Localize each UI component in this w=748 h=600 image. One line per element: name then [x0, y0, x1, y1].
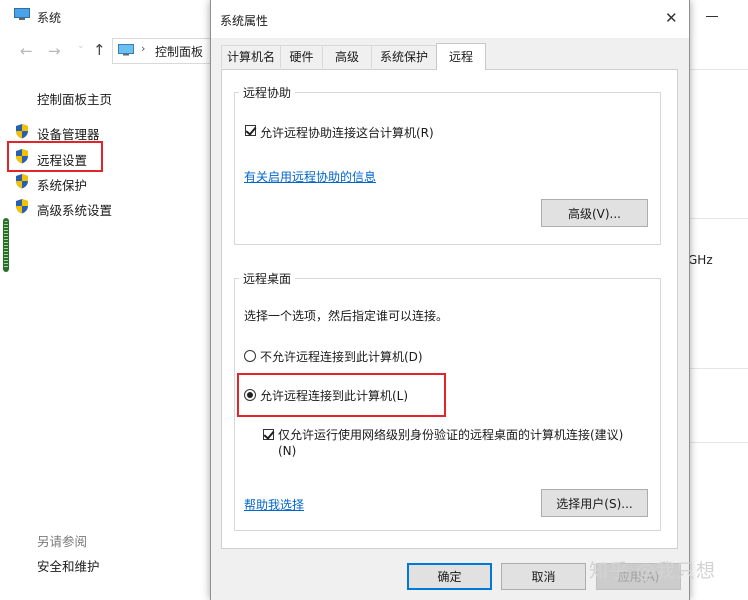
control-panel-icon	[118, 44, 134, 56]
breadcrumb-control-panel[interactable]: 控制面板	[155, 43, 203, 60]
disallow-remote-radio[interactable]	[244, 350, 256, 362]
nla-label-line1[interactable]: 仅允许运行使用网络级别身份验证的远程桌面的计算机连接(建议)	[278, 426, 623, 443]
tab-computer-name[interactable]: 计算机名	[221, 45, 281, 68]
computer-icon	[14, 8, 30, 20]
divider	[690, 368, 748, 369]
resize-grip[interactable]	[3, 218, 9, 272]
allow-remote-assistance-checkbox[interactable]	[245, 124, 257, 136]
tab-panel-remote: 远程协助 允许远程协助连接这台计算机(R) 有关启用远程协助的信息 高级(V).…	[221, 69, 678, 549]
chevron-down-icon[interactable]: ⌄	[77, 41, 85, 51]
advanced-button[interactable]: 高级(V)...	[541, 199, 648, 227]
watermark: 知乎 @我只想	[589, 560, 717, 582]
sidebar-item-advanced-settings[interactable]: 高级系统设置	[37, 200, 112, 219]
shield-icon	[16, 174, 28, 189]
sidebar-item-system-protection[interactable]: 系统保护	[37, 175, 87, 194]
divider	[690, 69, 748, 70]
highlight-box-remote-settings	[7, 141, 103, 172]
processor-speed-fragment: GHz	[688, 253, 713, 267]
highlight-box-allow-remote	[237, 373, 446, 417]
help-me-choose-link[interactable]: 帮助我选择	[244, 496, 304, 513]
tab-hardware[interactable]: 硬件	[280, 45, 323, 68]
select-users-button[interactable]: 选择用户(S)...	[541, 489, 648, 517]
arrow-left-icon[interactable]: ←	[20, 42, 33, 60]
sidebar-home-link[interactable]: 控制面板主页	[37, 89, 112, 108]
ok-button[interactable]: 确定	[407, 563, 492, 590]
nla-label-line2[interactable]: (N)	[278, 444, 296, 458]
nla-checkbox[interactable]	[263, 428, 275, 440]
divider	[690, 218, 748, 219]
breadcrumb-separator: ›	[141, 42, 146, 55]
tab-remote[interactable]: 远程	[436, 43, 486, 70]
shield-icon	[16, 199, 28, 214]
remote-assistance-info-link[interactable]: 有关启用远程协助的信息	[244, 168, 376, 185]
tab-system-protection[interactable]: 系统保护	[371, 45, 437, 68]
allow-remote-assistance-label[interactable]: 允许远程协助连接这台计算机(R)	[260, 124, 434, 141]
group-legend-remote-assistance: 远程协助	[239, 84, 296, 101]
see-also-security-maintenance[interactable]: 安全和维护	[37, 556, 100, 575]
system-properties-dialog: 系统属性 ✕ 计算机名 硬件 高级 系统保护 远程 远程协助 允许远程协助连接这…	[210, 0, 690, 600]
see-also-title: 另请参阅	[37, 534, 88, 549]
dialog-title: 系统属性	[220, 14, 269, 28]
dialog-titlebar: 系统属性 ✕	[211, 0, 689, 38]
disallow-remote-label[interactable]: 不允许远程连接到此计算机(D)	[260, 348, 423, 365]
window-title: 系统	[37, 11, 62, 25]
cancel-button[interactable]: 取消	[501, 563, 586, 590]
arrow-up-icon[interactable]: ↑	[93, 41, 106, 59]
close-icon[interactable]: ✕	[665, 10, 678, 26]
arrow-right-icon[interactable]: →	[48, 42, 61, 60]
shield-icon	[16, 124, 28, 139]
minimize-icon[interactable]	[706, 16, 718, 17]
tab-advanced[interactable]: 高级	[322, 45, 372, 68]
remote-desktop-instruction: 选择一个选项，然后指定谁可以连接。	[244, 309, 449, 323]
divider	[690, 442, 748, 443]
group-legend-remote-desktop: 远程桌面	[239, 270, 296, 287]
